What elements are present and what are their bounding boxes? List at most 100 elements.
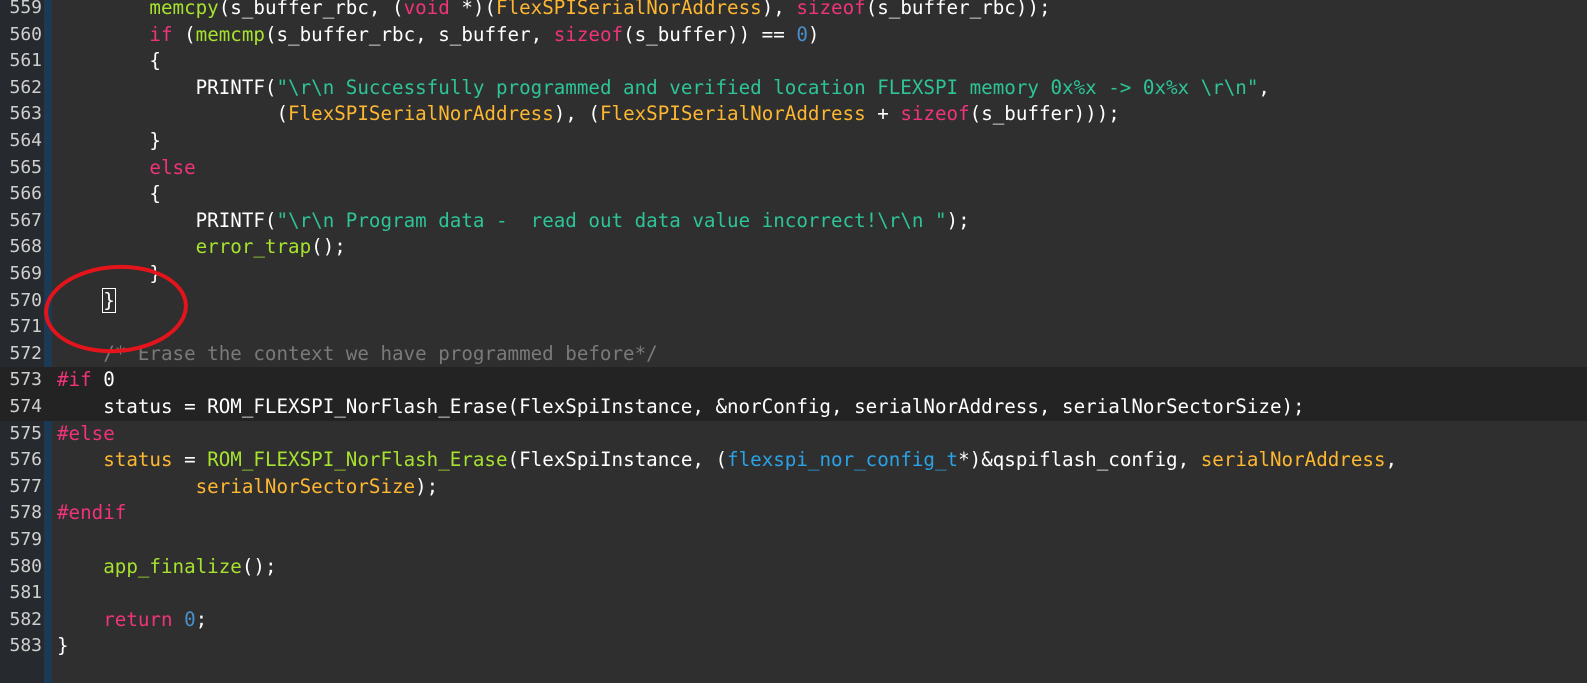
code-text[interactable]: (FlexSPISerialNorAddress), (FlexSPISeria… [57, 101, 1120, 128]
code-line[interactable]: 564 } [0, 128, 1587, 155]
code-token: sizeof [900, 102, 970, 126]
code-text[interactable]: PRINTF("\r\n Successfully programmed and… [57, 75, 1270, 102]
code-line[interactable]: 561 { [0, 48, 1587, 75]
code-text[interactable]: #if 0 [57, 367, 115, 394]
line-number: 582 [9, 608, 42, 630]
line-number: 564 [9, 130, 42, 151]
code-text[interactable]: } [57, 633, 69, 660]
code-line[interactable]: 566 { [0, 181, 1587, 208]
code-token: (s_buffer_rbc, ( [218, 0, 404, 19]
code-token: ROM_FLEXSPI_NorFlash_Erase [207, 448, 508, 472]
code-token: *)( [449, 0, 497, 19]
code-text[interactable]: app_finalize(); [57, 554, 276, 581]
line-number: 571 [9, 316, 42, 338]
code-token: } [57, 129, 161, 152]
code-token: ); [946, 208, 970, 232]
line-number: 562 [9, 76, 42, 98]
code-token: sizeof [553, 22, 624, 46]
code-token: #if [57, 368, 92, 392]
code-token: } [57, 634, 69, 658]
code-token: } [102, 287, 116, 313]
code-line[interactable]: 580 app_finalize(); [0, 554, 1587, 581]
code-line[interactable]: 567 PRINTF("\r\n Program data - read out… [0, 208, 1587, 235]
code-text[interactable]: #else [57, 421, 115, 448]
code-token: /* Erase the context we have programmed … [57, 341, 658, 365]
code-text[interactable]: if (memcmp(s_buffer_rbc, s_buffer, sizeo… [57, 22, 819, 49]
code-token: ( [172, 22, 196, 46]
code-text[interactable]: error_trap(); [57, 234, 346, 261]
code-token: error_trap [195, 235, 312, 259]
line-number: 580 [9, 555, 42, 577]
code-line[interactable]: 581 [0, 580, 1587, 607]
code-token: status [103, 448, 173, 472]
code-token: return [103, 607, 173, 631]
code-token: void [403, 0, 450, 19]
code-token: { [57, 49, 161, 73]
code-token: else [149, 155, 196, 179]
line-number: 569 [9, 263, 42, 284]
code-text[interactable]: } [57, 287, 116, 315]
code-token: (s_buffer))); [969, 102, 1120, 126]
code-token: , [1385, 448, 1398, 472]
line-number: 578 [9, 502, 42, 524]
code-line[interactable]: 582 return 0; [0, 607, 1587, 634]
code-text[interactable]: } [57, 128, 161, 155]
code-line[interactable]: 560 if (memcmp(s_buffer_rbc, s_buffer, s… [0, 22, 1587, 49]
code-line[interactable]: 577 serialNorSectorSize); [0, 474, 1587, 501]
code-line[interactable]: 570 } [0, 287, 1587, 315]
code-line[interactable]: 576 status = ROM_FLEXSPI_NorFlash_Erase(… [0, 447, 1587, 474]
line-number: 579 [9, 529, 42, 550]
line-number: 576 [9, 449, 42, 471]
code-token: } [57, 262, 161, 285]
line-number: 568 [9, 236, 42, 258]
code-token: ), [761, 0, 797, 19]
code-line[interactable]: 563 (FlexSPISerialNorAddress), (FlexSPIS… [0, 101, 1587, 128]
code-token: #else [57, 421, 115, 445]
code-text[interactable]: { [57, 181, 161, 208]
line-number: 573 [9, 369, 42, 391]
code-editor[interactable]: 559 memcpy(s_buffer_rbc, (void *)(FlexSP… [0, 0, 1587, 683]
code-token: memcmp [195, 22, 265, 46]
code-token: flexspi_nor_config_t [727, 448, 959, 472]
code-line[interactable]: 578 #endif [0, 500, 1587, 527]
code-line[interactable]: 568 error_trap(); [0, 234, 1587, 261]
code-token: #endif [57, 501, 127, 525]
code-line[interactable]: 574 status = ROM_FLEXSPI_NorFlash_Erase(… [0, 394, 1587, 421]
code-token: "\r\n Successfully programmed and verifi… [276, 75, 1259, 99]
code-line[interactable]: 562 PRINTF("\r\n Successfully programmed… [0, 75, 1587, 102]
code-text[interactable]: status = ROM_FLEXSPI_NorFlash_Erase(Flex… [57, 447, 1397, 474]
code-line[interactable]: 565 else [0, 155, 1587, 182]
line-number: 559 [9, 0, 42, 18]
code-line[interactable]: 569 } [0, 261, 1587, 288]
code-token: (); [311, 235, 346, 259]
line-number: 583 [9, 635, 42, 657]
code-text[interactable]: else [57, 155, 196, 182]
code-line[interactable]: 573 #if 0 [0, 367, 1587, 394]
code-line[interactable]: 583} [0, 633, 1587, 660]
code-token: FlexSPISerialNorAddress [599, 102, 866, 126]
code-text[interactable]: status = ROM_FLEXSPI_NorFlash_Erase(Flex… [57, 394, 1304, 421]
code-line[interactable]: 571 [0, 314, 1587, 341]
code-text[interactable]: PRINTF("\r\n Program data - read out dat… [57, 208, 970, 235]
code-line[interactable]: 579 [0, 527, 1587, 554]
code-text[interactable]: /* Erase the context we have programmed … [57, 341, 658, 368]
code-line[interactable]: 572 /* Erase the context we have program… [0, 341, 1587, 368]
code-line[interactable]: 575 #else [0, 421, 1587, 448]
code-text[interactable]: serialNorSectorSize); [57, 474, 439, 501]
code-text[interactable]: } [57, 261, 161, 288]
code-token: , [1258, 75, 1270, 99]
code-text[interactable]: memcpy(s_buffer_rbc, (void *)(FlexSPISer… [57, 0, 1050, 22]
code-text[interactable]: #endif [57, 500, 126, 527]
code-text[interactable]: { [57, 48, 161, 75]
code-token: PRINTF( [57, 208, 277, 232]
code-token: PRINTF( [57, 75, 277, 99]
code-text[interactable]: return 0; [57, 607, 207, 634]
code-line[interactable]: 559 memcpy(s_buffer_rbc, (void *)(FlexSP… [0, 0, 1587, 22]
line-number: 572 [9, 342, 42, 364]
